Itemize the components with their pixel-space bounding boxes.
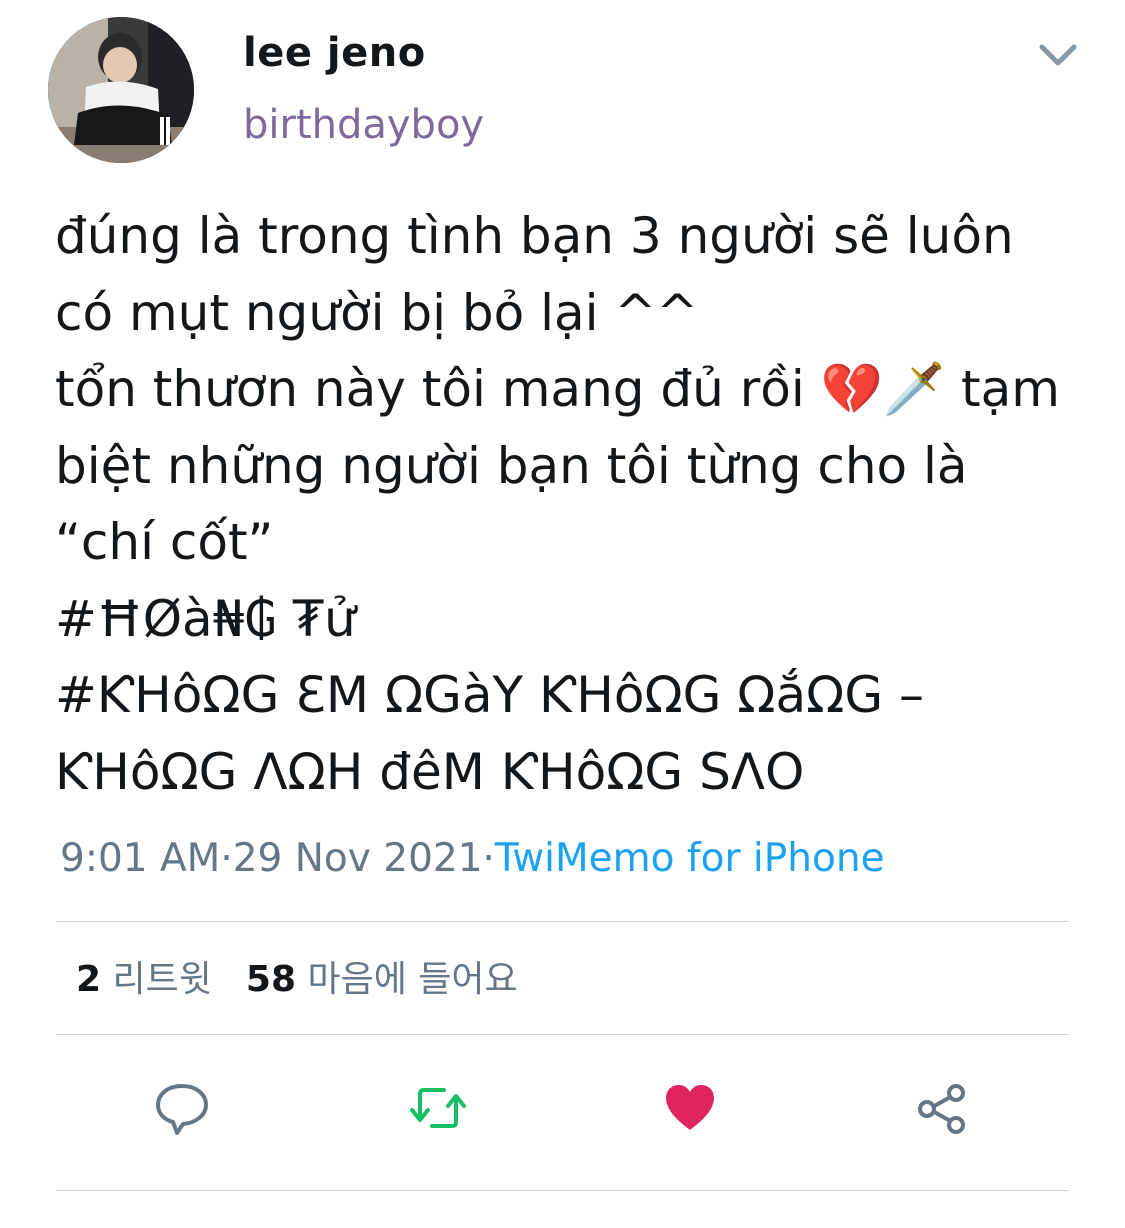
like-button[interactable]	[660, 1078, 720, 1138]
retweets-label: 리트윗	[112, 959, 212, 1000]
divider	[56, 1190, 1069, 1191]
engagement-stats: 2 리트윗 58 마음에 들어요	[76, 950, 518, 1002]
tweet-date: 29 Nov 2021	[232, 836, 483, 881]
hashtag-line[interactable]: ƘHôΩG ΛΩH đêM ƘHôΩG SΛO	[55, 734, 1075, 811]
tweet-line: biệt những người bạn tôi từng cho là	[55, 436, 968, 495]
likes-count: 58	[245, 959, 296, 1000]
display-name[interactable]: lee jeno	[243, 30, 426, 76]
tweet-text: đúng là trong tình bạn 3 người sẽ luôn c…	[55, 198, 1075, 810]
heart-icon	[666, 1085, 714, 1130]
tweet-meta: 9:01 AM·29 Nov 2021·TwiMemo for iPhone	[60, 836, 885, 881]
retweet-icon	[410, 1088, 466, 1128]
handle[interactable]: birthdayboy	[243, 102, 484, 148]
retweets-count: 2	[76, 959, 102, 1000]
tweet-line: “chí cốt”	[55, 513, 274, 571]
hashtag-line[interactable]: #ĦØà₦₲ ₮ử	[55, 581, 1075, 658]
likes-stat[interactable]: 58 마음에 들어요	[246, 959, 518, 1000]
retweet-button[interactable]	[408, 1078, 468, 1138]
reply-icon	[156, 1084, 208, 1135]
reply-button[interactable]	[152, 1078, 212, 1138]
tweet-line: đúng là trong tình bạn 3 người sẽ luôn	[55, 207, 1014, 265]
share-button[interactable]	[912, 1078, 972, 1138]
tweet-source-link[interactable]: TwiMemo for iPhone	[495, 836, 885, 881]
likes-label: 마음에 들어요	[307, 959, 518, 1000]
avatar[interactable]	[48, 17, 194, 163]
hashtag-line[interactable]: #ƘHôΩG ƐM ΩGàY ƘHôΩG ΩắΩG –	[55, 657, 1075, 734]
tweet-line: tổn thươn này tôi mang đủ rồi 💔🗡️ tạm	[55, 360, 1061, 418]
tweet-line: có mụt người bị bỏ lại ^^	[55, 283, 699, 342]
chevron-down-icon[interactable]	[1038, 40, 1078, 70]
share-icon	[918, 1084, 965, 1134]
avatar-photo	[48, 17, 194, 163]
meta-separator: ·	[482, 836, 495, 881]
retweets-stat[interactable]: 2 리트윗	[76, 959, 212, 1000]
divider	[56, 1034, 1069, 1035]
meta-separator: ·	[220, 836, 233, 881]
divider	[56, 921, 1069, 922]
tweet-time: 9:01 AM	[60, 836, 221, 881]
